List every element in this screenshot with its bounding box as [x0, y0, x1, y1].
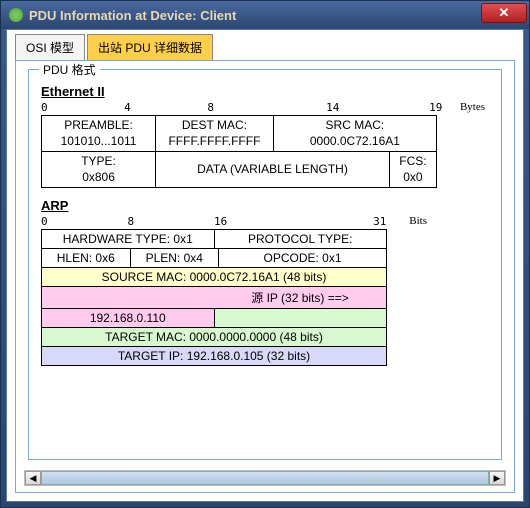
data-label: DATA (VARIABLE LENGTH) [197, 162, 348, 176]
app-icon [9, 8, 23, 22]
scale-tick: 0 [41, 215, 48, 228]
close-button[interactable]: ✕ [481, 3, 527, 23]
arp-source-ip-label: 源 IP (32 bits) ==> [214, 287, 386, 308]
arp-target-mac: TARGET MAC: 0000.0000.0000 (48 bits) [42, 328, 386, 346]
arp-packet-block: HARDWARE TYPE: 0x1 PROTOCOL TYPE: HLEN: … [41, 229, 387, 366]
window-frame: PDU Information at Device: Client ✕ OSI … [0, 0, 530, 508]
scale-tick: 4 [124, 101, 131, 114]
arp-ptype: PROTOCOL TYPE: [215, 230, 387, 248]
arp-hwtype: HARDWARE TYPE: 0x1 [42, 230, 215, 248]
titlebar[interactable]: PDU Information at Device: Client ✕ [1, 1, 529, 29]
scale-tick: 31 [373, 215, 386, 228]
window-title: PDU Information at Device: Client [29, 8, 236, 23]
arp-section-title: ARP [41, 198, 493, 213]
arp-bit-scale: 0 8 16 31 Bits [41, 215, 387, 229]
scale-tick: 8 [128, 215, 135, 228]
arp-hlen: HLEN: 0x6 [42, 249, 131, 267]
type-label: TYPE: [81, 154, 116, 168]
tab-strip: OSI 模型 出站 PDU 详细数据 [7, 30, 523, 60]
scale-tick: 0 [41, 101, 48, 114]
destmac-value: FFFF.FFFF.FFFF [168, 134, 260, 148]
arp-source-mac: SOURCE MAC: 0000.0C72.16A1 (48 bits) [42, 268, 386, 286]
preamble-label: PREAMBLE: [64, 118, 133, 132]
scale-tick: 19 [429, 101, 442, 114]
scale-tick: 14 [326, 101, 339, 114]
fcs-value: 0x0 [403, 170, 422, 184]
scale-unit: Bytes [460, 101, 485, 113]
arp-target-ip: TARGET IP: 192.168.0.105 (32 bits) [42, 347, 386, 365]
client-area: OSI 模型 出站 PDU 详细数据 PDU 格式 Ethernet II 0 … [6, 29, 524, 502]
srcmac-value: 0000.0C72.16A1 [310, 134, 400, 148]
scroll-right-arrow-icon[interactable]: ▶ [489, 471, 505, 485]
horizontal-scrollbar[interactable]: ◀ ▶ [24, 470, 506, 486]
arp-source-ip-value: 192.168.0.110 [42, 309, 215, 327]
content-pane: PDU 格式 Ethernet II 0 4 8 14 19 Bytes PRE… [15, 60, 515, 493]
ethernet-section-title: Ethernet II [41, 84, 493, 99]
type-value: 0x806 [82, 170, 115, 184]
ethernet-frame-table: PREAMBLE: 101010...1011 DEST MAC: FFFF.FFF… [41, 115, 437, 188]
scroll-thumb[interactable] [41, 471, 489, 485]
arp-opcode: OPCODE: 0x1 [219, 249, 386, 267]
scroll-track[interactable] [41, 471, 489, 485]
srcmac-label: SRC MAC: [326, 118, 385, 132]
pdu-format-fieldset: PDU 格式 Ethernet II 0 4 8 14 19 Bytes PRE… [28, 69, 502, 460]
scroll-left-arrow-icon[interactable]: ◀ [25, 471, 41, 485]
arp-plen: PLEN: 0x4 [131, 249, 220, 267]
ethernet-byte-scale: 0 4 8 14 19 Bytes [41, 101, 437, 115]
fieldset-legend: PDU 格式 [39, 61, 100, 78]
scale-tick: 16 [214, 215, 227, 228]
fcs-label: FCS: [399, 154, 426, 168]
tab-outbound-pdu-details[interactable]: 出站 PDU 详细数据 [87, 34, 213, 60]
scale-tick: 8 [207, 101, 214, 114]
destmac-label: DEST MAC: [182, 118, 247, 132]
scale-unit: Bits [409, 215, 427, 227]
tab-osi-model[interactable]: OSI 模型 [15, 34, 85, 60]
preamble-value: 101010...1011 [61, 134, 137, 148]
